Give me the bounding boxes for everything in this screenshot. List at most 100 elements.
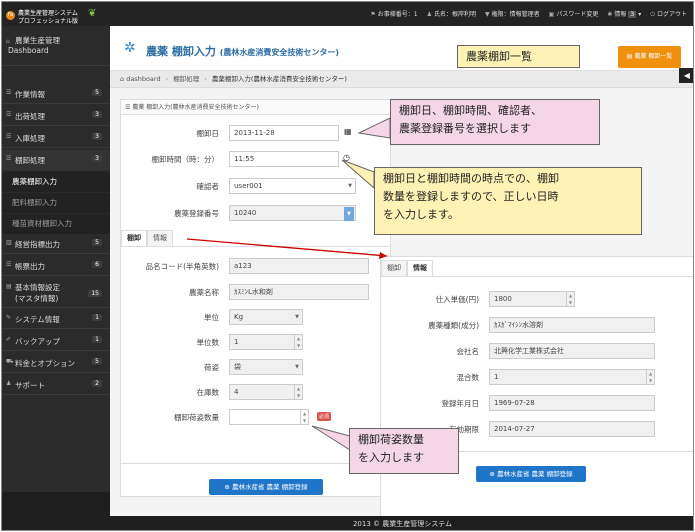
tab-divider	[381, 276, 693, 277]
sidebar-item-system[interactable]: ✎ システム情報 1	[2, 309, 110, 329]
change-password-label: パスワード変更	[556, 11, 599, 18]
registration-number-select[interactable]: 10240 ▼	[229, 205, 356, 221]
register-inventory-button-secondary[interactable]: ⊕ 農林水産省 農薬 棚卸登録	[476, 466, 586, 482]
unit-quantity-input[interactable]: 1 ▲ ▼	[229, 334, 303, 350]
sidebar-item-pricing[interactable]: ⛟ 料金とオプション 5	[2, 353, 110, 373]
stock-row: 在庫数 4 ▲ ▼	[121, 384, 391, 402]
mix-count-input[interactable]: 1 ▲ ▼	[489, 369, 655, 385]
role-value: 情報管理者	[509, 11, 540, 18]
inventory-quantity-input[interactable]: ▲ ▼	[229, 409, 309, 425]
pesticide-name-label: 農薬名称	[189, 288, 219, 297]
pesticide-type-label: 農薬種類(成分)	[428, 321, 479, 330]
stepper-icon[interactable]: ▲ ▼	[646, 370, 654, 384]
packing-select[interactable]: 袋 ▼	[229, 359, 303, 375]
sidebar-item-label: 棚卸処理	[15, 156, 45, 165]
confirmer-label: 確認者	[196, 182, 220, 191]
unit-price-input[interactable]: 1800 ▲ ▼	[489, 291, 575, 307]
tab-info[interactable]: 情報	[147, 230, 173, 246]
sidebar-item-sublabel: (マスタ情報)	[15, 294, 59, 303]
sidebar-count-badge: 5	[92, 239, 102, 246]
home-icon: ⌂	[6, 38, 10, 45]
sidebar-item-receiving[interactable]: ☰ 入庫処理 3	[2, 128, 110, 148]
stepper-icon[interactable]: ▲ ▼	[294, 335, 302, 349]
registration-date-input[interactable]: 1969-07-28	[489, 395, 655, 411]
sidebar-item-label: 作業情報	[15, 90, 45, 99]
register-inventory-button[interactable]: ⊕ 農林水産省 農薬 棚卸登録	[209, 479, 323, 495]
sidebar-item-label: 基本情報設定	[15, 283, 60, 292]
inventory-time-input[interactable]: 11:55	[229, 151, 339, 167]
tab-info[interactable]: 情報	[407, 260, 433, 276]
app-logo[interactable]: Fa 農業生産管理システム プロフェッショナル版 ❦	[6, 5, 106, 27]
info-label: 情報	[614, 11, 627, 18]
tab-inventory[interactable]: 棚卸	[381, 260, 407, 276]
unit-row: 単位 Kg ▼	[121, 309, 391, 327]
pen-icon: ✐	[6, 336, 12, 343]
sidebar-item-dashboard[interactable]: ⌂ 農業生産管理 Dashboard	[2, 26, 110, 66]
calendar-icon[interactable]: ▦	[344, 127, 352, 136]
user-name-label: 氏名：	[433, 11, 452, 18]
sidebar-item-shipping[interactable]: ☰ 出荷処理 3	[2, 106, 110, 126]
sidebar-count-badge: 1	[92, 314, 102, 321]
unit-select[interactable]: Kg ▼	[229, 309, 303, 325]
sidebar-count-badge: 3	[92, 133, 102, 140]
sidebar-item-reports[interactable]: ☰ 帳票出力 6	[2, 256, 110, 276]
product-code-input[interactable]: a123	[229, 258, 369, 274]
info-tab-panel: 棚卸 情報 仕入単価(円) 1800 ▲ ▼ 農薬種類(成分) ｶｽｶﾞﾏｲｼﾝ水溶…	[380, 256, 693, 524]
stock-input[interactable]: 4 ▲ ▼	[229, 384, 303, 400]
breadcrumb-inventory[interactable]: 棚卸処理	[173, 75, 199, 83]
list-icon: ☰	[6, 133, 12, 140]
stepper-icon[interactable]: ▲ ▼	[566, 292, 574, 306]
sidebar-item-inventory[interactable]: ☰ 棚卸処理 3	[2, 150, 110, 170]
packing-label: 荷姿	[204, 363, 219, 372]
sidebar-item-support[interactable]: ♟ サポート 2	[2, 375, 110, 395]
chevron-down-icon: ▼	[295, 364, 299, 370]
stock-value: 4	[234, 388, 239, 396]
collapse-arrow-icon[interactable]: ◀	[679, 68, 693, 83]
breadcrumb-separator: ›	[165, 75, 169, 83]
stepper-icon[interactable]: ▲ ▼	[300, 410, 308, 424]
pesticide-type-row: 農薬種類(成分) ｶｽｶﾞﾏｲｼﾝ水溶剤	[381, 317, 655, 335]
logo-badge: Fa	[6, 11, 15, 20]
mix-count-value: 1	[494, 373, 499, 381]
pesticide-type-input[interactable]: ｶｽｶﾞﾏｲｼﾝ水溶剤	[489, 317, 655, 333]
sidebar-count-badge: 3	[92, 111, 102, 118]
clock-icon[interactable]: ◷	[343, 153, 350, 162]
user-name-value: 根岸利明	[451, 11, 476, 18]
unit-quantity-row: 単位数 1 ▲ ▼	[121, 334, 391, 352]
stepper-icon[interactable]: ▲ ▼	[294, 385, 302, 399]
sidebar-subitem-pesticide-inventory[interactable]: 農薬棚卸入力	[2, 172, 110, 192]
chevron-down-icon: ▼	[344, 207, 354, 221]
company-input[interactable]: 北興化学工業株式会社	[489, 343, 655, 359]
pesticide-name-input[interactable]: ｶｽﾐﾝL水和剤	[229, 284, 369, 300]
power-icon: ⏻	[650, 11, 655, 18]
tab-inventory[interactable]: 棚卸	[121, 230, 147, 246]
office-number: ⚑ お事様番号：1	[370, 9, 417, 19]
expiry-input[interactable]: 2014-07-27	[489, 421, 655, 437]
info-menu[interactable]: ✱ 情報 3 ▾	[607, 9, 641, 19]
footer: 2013 © 農業生産管理システム	[110, 516, 693, 530]
sidebar-item-work[interactable]: ☰ 作業情報 5	[2, 84, 110, 104]
registration-date-row: 登録年月日 1969-07-28	[381, 395, 655, 413]
inventory-date-input[interactable]: 2013-11-28	[229, 125, 339, 141]
logout-link[interactable]: ⏻ ログアウト	[650, 9, 687, 19]
person-icon: ♟	[6, 380, 12, 387]
sidebar-item-master[interactable]: ▤ 基本情報設定 (マスタ情報) 15	[2, 278, 110, 308]
sidebar-count-badge: 5	[92, 358, 102, 365]
inventory-quantity-label: 棚卸荷姿数量	[174, 413, 219, 422]
stock-label: 在庫数	[196, 388, 220, 397]
sidebar-item-backup[interactable]: ✐ バックアップ 1	[2, 331, 110, 351]
sidebar-count-badge: 5	[92, 89, 102, 96]
callout-select-fields: 棚卸日、棚卸時間、確認者、 農薬登録番号を選択します	[390, 99, 600, 145]
sidebar-subitem-fertilizer-inventory[interactable]: 肥料棚卸入力	[2, 193, 110, 213]
inventory-list-button[interactable]: ▤ 農薬 棚卸一覧	[618, 46, 681, 68]
unit-price-label: 仕入単価(円)	[435, 295, 479, 304]
confirmer-select[interactable]: user001 ▼	[229, 178, 356, 194]
top-nav: ⚑ お事様番号：1 ♟ 氏名：根岸利明 ▼ 権限：情報管理者 ▣ パスワード変更 ✱ 情報…	[370, 9, 687, 19]
breadcrumb-dashboard[interactable]: dashboard	[126, 75, 160, 83]
packing-value: 袋	[234, 363, 241, 371]
inventory-time-row: 棚卸時間（時：分） 11:55 ◷	[121, 151, 391, 169]
change-password-link[interactable]: ▣ パスワード変更	[549, 9, 599, 19]
sidebar-subitem-seed-inventory[interactable]: 種苗資材棚卸入力	[2, 214, 110, 234]
flag-icon: ⚑	[370, 11, 376, 18]
sidebar-item-indicators[interactable]: ▥ 経営指標出力 5	[2, 234, 110, 254]
